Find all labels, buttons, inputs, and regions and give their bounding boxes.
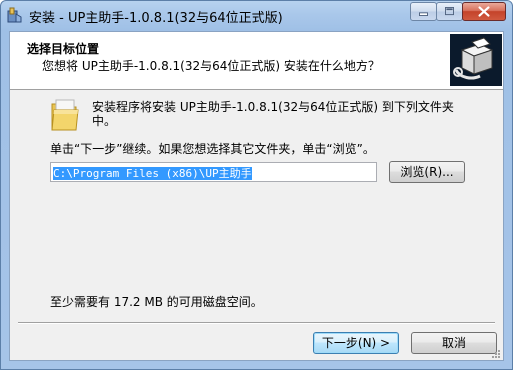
wizard-page: 选择目标位置 您想将 UP主助手-1.0.8.1(32与64位正式版) 安装在什… [9,31,504,361]
header-panel: 选择目标位置 您想将 UP主助手-1.0.8.1(32与64位正式版) 安装在什… [10,32,503,90]
next-button[interactable]: 下一步(N) > [313,332,399,354]
page-subtitle: 您想将 UP主助手-1.0.8.1(32与64位正式版) 安装在什么地方？ [42,59,380,73]
installer-app-icon [7,7,23,23]
maximize-button[interactable] [436,2,463,21]
close-icon [478,6,490,17]
installer-box-icon [450,34,502,86]
browse-button[interactable]: 浏览(R)... [389,161,465,183]
instruction-text: 单击“下一步”继续。如果您想选择其它文件夹，单击“浏览”。 [50,142,375,156]
resize-grip-icon[interactable] [491,348,501,358]
install-path-value: C:\Program Files (x86)\UP主助手 [53,167,252,180]
install-path-input[interactable]: C:\Program Files (x86)\UP主助手 [50,162,377,182]
minimize-button[interactable] [410,2,437,21]
window-title: 安装 - UP主助手-1.0.8.1(32与64位正式版) [29,11,283,26]
maximize-icon [445,7,454,16]
minimize-icon [419,12,428,16]
install-location-intro: 安装程序将安装 UP主助手-1.0.8.1(32与64位正式版) 到下列文件夹中… [92,100,454,128]
page-title: 选择目标位置 [27,42,100,56]
cancel-button[interactable]: 取消 [411,332,497,354]
footer-divider [18,322,495,324]
installer-window: 安装 - UP主助手-1.0.8.1(32与64位正式版) 选择目标位置 您想将… [0,0,513,370]
disk-space-required: 至少需要有 17.2 MB 的可用磁盘空间。 [50,295,263,309]
title-bar[interactable]: 安装 - UP主助手-1.0.8.1(32与64位正式版) [1,1,512,31]
close-button[interactable] [462,2,506,21]
folder-icon [50,98,80,132]
